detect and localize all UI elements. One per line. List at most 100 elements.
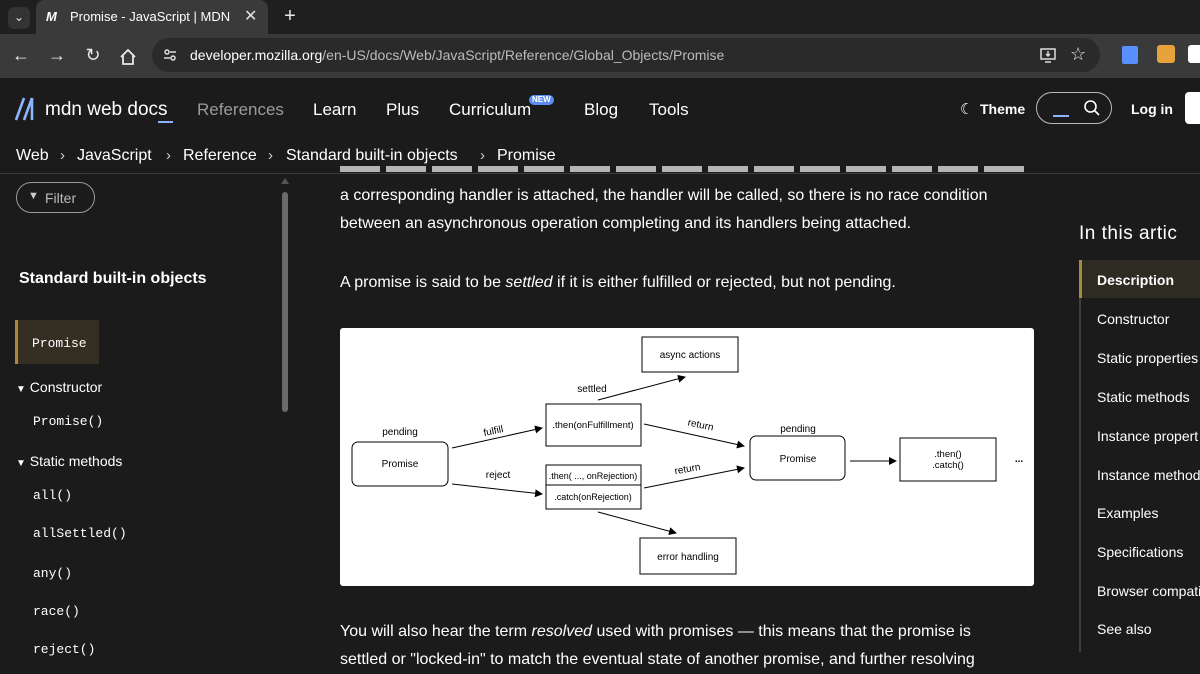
scroll-up-icon[interactable] bbox=[281, 178, 289, 184]
nav-references[interactable]: References bbox=[197, 100, 284, 120]
toc-item-instance-methods[interactable]: Instance method bbox=[1097, 467, 1200, 483]
label-then-fulfill: .then(onFulfillment) bbox=[552, 420, 633, 431]
mdn-logo-icon[interactable] bbox=[14, 96, 42, 122]
label-catch-reject: .catch(onRejection) bbox=[554, 492, 632, 502]
mdn-favicon-icon: M bbox=[46, 9, 57, 24]
filter-icon: ▼ bbox=[28, 190, 39, 202]
nav-tools[interactable]: Tools bbox=[649, 100, 689, 120]
extension-blue-icon[interactable] bbox=[1122, 46, 1138, 64]
para-settled-handler-line-2: a corresponding handler is attached, the… bbox=[340, 187, 988, 204]
para-settled-definition: A promise is said to be settled if it is… bbox=[340, 274, 896, 291]
para-resolved-line-2: settled or "locked-in" to match the even… bbox=[340, 651, 975, 668]
sidebar-item-promise[interactable]: Promise bbox=[15, 320, 99, 364]
arrow-reject bbox=[451, 483, 543, 498]
label-catch-chain: .catch() bbox=[932, 460, 964, 471]
crumb-reference[interactable]: Reference bbox=[183, 147, 257, 165]
label-settled: settled bbox=[577, 384, 606, 395]
extension-white-icon[interactable] bbox=[1188, 45, 1200, 63]
nav-learn[interactable]: Learn bbox=[313, 100, 356, 120]
toc-item-static-methods[interactable]: Static methods bbox=[1097, 389, 1190, 405]
new-tab-icon[interactable]: + bbox=[280, 6, 300, 26]
sidebar-item-any[interactable]: any() bbox=[33, 566, 72, 581]
nav-plus[interactable]: Plus bbox=[386, 100, 419, 120]
toc-item-constructor[interactable]: Constructor bbox=[1097, 311, 1169, 327]
nav-blog[interactable]: Blog bbox=[584, 100, 618, 120]
arrow-async bbox=[597, 374, 686, 401]
site-info-icon[interactable] bbox=[162, 47, 178, 63]
label-reject: reject bbox=[486, 470, 511, 481]
reload-icon[interactable]: ↻ bbox=[82, 45, 104, 65]
toc-item-specifications[interactable]: Specifications bbox=[1097, 544, 1183, 560]
logo-text[interactable]: mdn web docs bbox=[45, 99, 168, 121]
toc-item-browser-compatibility[interactable]: Browser compati bbox=[1097, 583, 1200, 599]
label-then-chain: .then() bbox=[934, 449, 961, 460]
chevron-right-icon: › bbox=[166, 147, 171, 164]
sidebar-group-constructor[interactable]: ▼ Constructor bbox=[16, 379, 102, 395]
new-badge: NEW bbox=[529, 95, 554, 105]
tab-list-chevron-icon[interactable]: ⌄ bbox=[8, 7, 30, 29]
home-icon[interactable] bbox=[117, 46, 139, 68]
search-button[interactable] bbox=[1036, 92, 1112, 124]
theme-button[interactable]: Theme bbox=[980, 101, 1025, 117]
filter-label: Filter bbox=[45, 190, 77, 206]
sidebar-item-race[interactable]: race() bbox=[33, 604, 80, 619]
sidebar-section-title[interactable]: Standard built-in objects bbox=[19, 270, 207, 288]
label-then-reject: .then( ..., onRejection) bbox=[549, 471, 638, 481]
crumb-standard-built-in-objects[interactable]: Standard built-in objects bbox=[286, 147, 458, 165]
sidebar-item-all[interactable]: all() bbox=[33, 488, 72, 503]
chevron-right-icon: › bbox=[268, 147, 273, 164]
search-icon bbox=[1083, 99, 1101, 117]
toc-rail bbox=[1079, 260, 1081, 652]
promise-flow-diagram: async actions settled pending Promise fu… bbox=[340, 328, 1034, 586]
signup-button[interactable] bbox=[1185, 92, 1200, 124]
forward-icon[interactable]: → bbox=[46, 45, 68, 65]
url-text[interactable]: developer.mozilla.org/en-US/docs/Web/Jav… bbox=[190, 47, 724, 63]
chevron-right-icon: › bbox=[60, 147, 65, 164]
label-pending-left: pending bbox=[382, 427, 418, 438]
back-icon[interactable]: ← bbox=[10, 45, 32, 65]
logo-cursor-mark bbox=[158, 121, 173, 123]
browser-tab[interactable]: M Promise - JavaScript | MDN ✕ bbox=[36, 0, 268, 34]
label-pending-right: pending bbox=[780, 424, 816, 435]
tab-close-icon[interactable]: ✕ bbox=[244, 6, 257, 26]
toc-item-description[interactable]: Description bbox=[1097, 272, 1174, 288]
label-async-actions: async actions bbox=[660, 350, 721, 361]
para-settled-handler-line-3: between an asynchronous operation comple… bbox=[340, 215, 912, 232]
label-error-handling: error handling bbox=[657, 552, 719, 563]
tab-title: Promise - JavaScript | MDN bbox=[70, 9, 231, 24]
nav-curriculum[interactable]: Curriculum bbox=[449, 100, 531, 120]
toc-item-examples[interactable]: Examples bbox=[1097, 505, 1158, 521]
install-app-icon[interactable] bbox=[1038, 45, 1058, 65]
sidebar-filter-button[interactable]: ▼ Filter bbox=[16, 182, 95, 213]
label-promise-left: Promise bbox=[382, 459, 419, 470]
sidebar-group-static-methods[interactable]: ▼ Static methods bbox=[16, 453, 122, 469]
label-promise-right: Promise bbox=[780, 454, 817, 465]
sidebar-item-allsettled[interactable]: allSettled() bbox=[33, 526, 127, 541]
theme-moon-icon[interactable]: ☾ bbox=[960, 100, 973, 118]
sidebar-item-promise-constructor[interactable]: Promise() bbox=[33, 414, 103, 429]
label-ellipsis: ... bbox=[1015, 454, 1024, 465]
para-resolved-line-1: You will also hear the term resolved use… bbox=[340, 623, 971, 640]
diagram-svg: async actions settled pending Promise fu… bbox=[351, 336, 1024, 575]
toc-item-instance-properties[interactable]: Instance propert bbox=[1097, 428, 1198, 444]
sidebar-scroll-thumb[interactable] bbox=[282, 192, 288, 412]
arrow-error bbox=[597, 511, 677, 536]
sidebar-item-label: Promise bbox=[32, 336, 87, 351]
clipped-text-line bbox=[340, 166, 1030, 174]
crumb-web[interactable]: Web bbox=[16, 147, 49, 165]
bookmark-star-icon[interactable]: ☆ bbox=[1070, 44, 1086, 64]
extension-orange-icon[interactable] bbox=[1157, 45, 1175, 63]
sidebar-scrollbar[interactable] bbox=[280, 178, 290, 674]
login-link[interactable]: Log in bbox=[1131, 101, 1173, 117]
label-return-top: return bbox=[687, 417, 715, 433]
sidebar-item-reject[interactable]: reject() bbox=[33, 642, 95, 657]
toc-heading: In this artic bbox=[1079, 223, 1178, 244]
toc-item-static-properties[interactable]: Static properties bbox=[1097, 350, 1198, 366]
crumb-javascript[interactable]: JavaScript bbox=[77, 147, 152, 165]
crumb-promise: Promise bbox=[497, 147, 556, 164]
label-return-bottom: return bbox=[674, 462, 702, 477]
chevron-right-icon: › bbox=[480, 147, 485, 164]
toc-item-see-also[interactable]: See also bbox=[1097, 621, 1151, 637]
address-bar[interactable]: developer.mozilla.org/en-US/docs/Web/Jav… bbox=[152, 38, 1100, 72]
search-cursor-mark bbox=[1053, 115, 1069, 117]
